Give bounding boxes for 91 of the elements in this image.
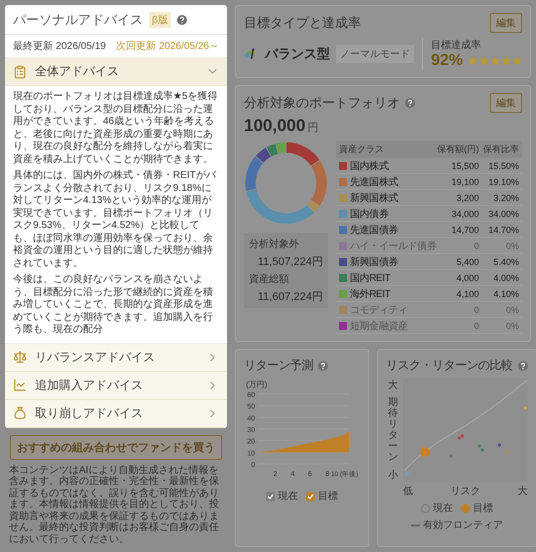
card-title: 目標タイプと達成率 (244, 14, 361, 32)
axis-title: リスク (450, 485, 480, 498)
asset-class-name: 国内債券 (350, 208, 388, 220)
table-cell-text: 4.00% (492, 272, 519, 282)
star-icon (468, 56, 478, 66)
summary-label: 資産総額 (249, 272, 290, 286)
asset-class-name: 新興国株式 (350, 192, 398, 204)
accordion-header[interactable]: 追加購入アドバイス (5, 372, 227, 400)
axis-label: 大 (388, 378, 398, 392)
goal-type: バランス型 (265, 45, 330, 63)
circle-icon (460, 504, 470, 512)
donut-slice (266, 143, 279, 158)
checkbox-icon[interactable] (266, 492, 275, 500)
table-cell-text: 5.40% (492, 256, 519, 266)
card-title: リターン予測 (244, 357, 313, 374)
legend-label: 目標 (472, 502, 493, 515)
scale-icon (13, 350, 27, 364)
accordion-header[interactable]: リバランスアドバイス (5, 344, 227, 372)
summary-label: 分析対象外 (249, 238, 300, 251)
asset-class-name: 国内株式 (350, 160, 388, 172)
money-bag-icon (13, 406, 27, 420)
star-icon (501, 56, 511, 66)
beta-badge: β版 (149, 12, 171, 28)
axis-label: 大 (518, 484, 528, 498)
legend-label: 現在 (432, 502, 453, 515)
asset-class-name: 国内REIT (350, 272, 390, 284)
accordion-header[interactable]: 取り崩しアドバイス (5, 400, 227, 428)
asset-class-name: 先進国債券 (350, 224, 398, 236)
asset-class-name: ハイ・イールド債券 (350, 240, 436, 252)
table-cell-text: 14,700 (450, 224, 479, 234)
axis-label: 低 (403, 485, 413, 498)
portfolio-amount: 100,000 (244, 116, 306, 136)
table-cell-text: 19.10% (487, 176, 519, 186)
table-cell-text: 19,100 (450, 176, 479, 186)
currency-unit: 円 (307, 121, 318, 135)
next-update: 次回更新 2026/05/26～ (116, 40, 219, 53)
asset-class-name: 新興国債券 (350, 256, 398, 268)
star-icon (490, 56, 500, 66)
column-header: 保有額(円) (437, 143, 479, 156)
table-cell-text: 3,200 (455, 192, 479, 202)
rate-label: 目標達成率 (430, 38, 482, 52)
table-cell-text: 0 (472, 304, 479, 314)
disclaimer-text: 本コンテンツはAIにより自動生成された情報を含みます。内容の正確性・完全性・最新性を保証するものではなく、誤りを含む可能性があります。本情報は情報提供を目的としており、投資助言や将来の成果を保証するものではありません。最終的な投資判断はお客様ご自身の責任において行ってください。 (9, 464, 220, 545)
axis-unit-label: (万円) (246, 380, 268, 389)
help-icon[interactable] (405, 98, 415, 108)
help-icon[interactable] (176, 15, 187, 25)
advice-paragraph: 今後は、この良好なバランスを崩さないよう、目標配分に沿った形で継続的に資産を積み増していくことで、長期的な資産形成を進めていくことが期待できます。追加購入を行う際も、現在の配分 (13, 274, 214, 336)
axis-title: 期待リターン (388, 397, 398, 463)
summary-value: 11,507,224円 (256, 255, 323, 269)
legend-label: 目標 (318, 490, 338, 503)
summary-value: 11,607,224円 (256, 290, 323, 304)
asset-class-name: 先進国株式 (350, 176, 398, 188)
mode-tag: ノーマルモード (336, 45, 414, 63)
card-title: リスク・リターンの比較 (386, 357, 512, 374)
table-cell-text: 4,000 (455, 272, 479, 282)
asset-class-name: 海外REIT (350, 288, 390, 300)
achievement-rate: 92% (430, 52, 463, 70)
card-title: 分析対象のポートフォリオ (244, 94, 400, 112)
last-updated: 最終更新 2026/05/19 (13, 40, 106, 53)
table-cell-text: 3.20% (492, 192, 519, 202)
table-cell-text: 4.10% (492, 288, 519, 298)
star-icon (512, 56, 522, 66)
help-icon[interactable] (518, 360, 528, 370)
table-cell-text: 4,100 (455, 288, 479, 298)
chart-icon (13, 378, 27, 392)
asset-class-name: 短期金融資産 (350, 320, 408, 332)
table-cell-text: 0% (504, 320, 519, 330)
advice-paragraph: 現在のポートフォリオは目標達成率★5を獲得しており、バランス型の目標配分に沿った運用ができています。46歳という年齢を考えると、老後に向けた資産形成の重要な時期にあり、現在の良好な配分を維持しながら着実に資産を積み上げていくことが期待できます。 (13, 91, 219, 166)
clipboard-icon (13, 64, 27, 78)
table-cell-text: 0 (472, 320, 479, 330)
table-cell-text: 0 (472, 240, 479, 250)
table-cell-text: 5,400 (455, 256, 479, 266)
advice-paragraph: 具体的には、国内外の株式・債券・REITがバランスよく分散されており、リスク9.18%に対してリターン4.13%という効率的な運用が実現できています。目標ポートフォリオ（リスク9.53%、リターン4.52%）と比較しても、ほぼ同水準の運用効率を保っており、余裕資金の運用という目的に適した状態が維持されています。 (13, 170, 218, 270)
star-icon (479, 56, 489, 66)
table-cell-text: 34.00% (487, 208, 519, 218)
axis-label: 小 (388, 468, 398, 482)
table-cell-text: 0% (504, 304, 519, 314)
asset-class-name: コモディティ (350, 304, 408, 316)
table-cell-text: 15,500 (450, 160, 479, 170)
table-cell-text: 0% (504, 240, 519, 250)
table-cell-text: 34,000 (450, 208, 479, 218)
column-header: 資産クラス (339, 143, 385, 156)
legend-label: 現在 (278, 490, 298, 503)
help-icon[interactable] (318, 360, 328, 370)
legend-label: 有効フロンティア (422, 518, 503, 532)
table-cell-text: 15.50% (487, 160, 519, 170)
column-header: 保有比率 (482, 143, 519, 156)
accordion-header[interactable]: 全体アドバイス (5, 58, 227, 86)
table-cell-text: 14.70% (487, 224, 519, 234)
checkbox-icon[interactable] (306, 492, 315, 500)
panel-title: パーソナルアドバイス (13, 11, 143, 29)
